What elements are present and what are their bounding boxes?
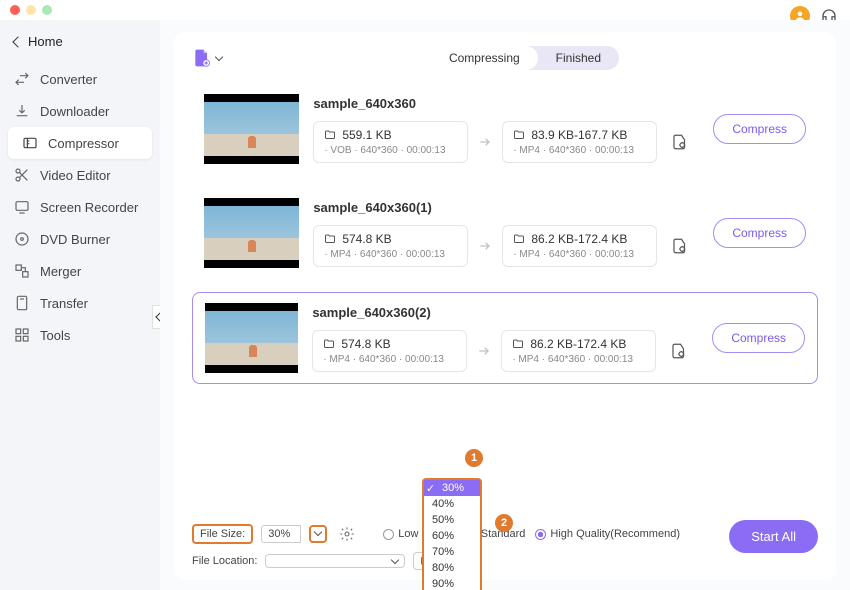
chevron-down-icon [391, 556, 399, 564]
merger-icon [14, 263, 30, 279]
file-location-select[interactable] [265, 554, 405, 568]
transfer-icon [14, 295, 30, 311]
dropdown-option[interactable]: 70% [424, 544, 480, 560]
file-name: sample_640x360(2) [312, 305, 688, 320]
sidebar-item-label: Downloader [40, 104, 109, 119]
folder-icon [512, 338, 524, 350]
sidebar-item-video-editor[interactable]: Video Editor [0, 159, 160, 191]
dvd-icon [14, 231, 30, 247]
quality-high-radio[interactable]: High Quality(Recommend) [535, 528, 680, 540]
folder-icon [323, 338, 335, 350]
file-thumbnail [204, 198, 299, 268]
file-row[interactable]: sample_640x360 559.1 KB · VOB · 640*360 … [192, 84, 818, 174]
sidebar-item-screen-recorder[interactable]: Screen Recorder [0, 191, 160, 223]
sidebar-item-downloader[interactable]: Downloader [0, 95, 160, 127]
sidebar-item-label: Screen Recorder [40, 200, 138, 215]
sidebar-item-compressor[interactable]: Compressor [8, 127, 152, 159]
folder-icon [513, 233, 525, 245]
sidebar-item-label: Compressor [48, 136, 119, 151]
arrow-right-icon [475, 342, 493, 360]
tab-compressing[interactable]: Compressing [431, 46, 538, 70]
folder-icon [513, 129, 525, 141]
source-card: 574.8 KB · MP4 · 640*360 · 00:00:13 [312, 330, 467, 372]
dropdown-option[interactable]: 90% [424, 576, 480, 590]
file-thumbnail [204, 94, 299, 164]
dropdown-option[interactable]: ✓30% [424, 480, 480, 496]
file-size-label: File Size: [192, 524, 253, 544]
annotation-callout-1: 1 [465, 449, 483, 467]
arrow-right-icon [476, 237, 494, 255]
dropdown-option[interactable]: 80% [424, 560, 480, 576]
sidebar-item-merger[interactable]: Merger [0, 255, 160, 287]
dropdown-option[interactable]: 60% [424, 528, 480, 544]
file-size-dropdown-menu: ✓30% 40% 50% 60% 70% 80% 90% [422, 478, 482, 590]
main-panel: Compressing Finished sample_640x360 559.… [174, 32, 836, 580]
sidebar-item-label: Tools [40, 328, 70, 343]
source-card: 574.8 KB · MP4 · 640*360 · 00:00:13 [313, 225, 468, 267]
target-card: 83.9 KB-167.7 KB · MP4 · 640*360 · 00:00… [502, 121, 657, 163]
compress-button[interactable]: Compress [712, 323, 805, 353]
dropdown-option[interactable]: 50% [424, 512, 480, 528]
file-location-label: File Location: [192, 555, 257, 567]
sidebar-item-transfer[interactable]: Transfer [0, 287, 160, 319]
sidebar-item-label: DVD Burner [40, 232, 110, 247]
start-all-button[interactable]: Start All [729, 520, 818, 553]
file-name: sample_640x360(1) [313, 200, 689, 215]
compress-button[interactable]: Compress [713, 114, 806, 144]
chevron-down-icon [215, 53, 223, 61]
arrow-right-icon [476, 133, 494, 151]
sidebar-item-label: Merger [40, 264, 81, 279]
compressor-icon [22, 135, 38, 151]
source-card: 559.1 KB · VOB · 640*360 · 00:00:13 [313, 121, 468, 163]
minimize-window-dot[interactable] [26, 5, 36, 15]
sidebar-item-dvd-burner[interactable]: DVD Burner [0, 223, 160, 255]
file-size-dropdown-toggle[interactable] [309, 525, 327, 543]
sidebar-item-tools[interactable]: Tools [0, 319, 160, 351]
folder-icon [324, 233, 336, 245]
close-window-dot[interactable] [10, 5, 20, 15]
annotation-callout-2: 2 [495, 514, 513, 532]
dropdown-option[interactable]: 40% [424, 496, 480, 512]
tab-finished[interactable]: Finished [538, 46, 619, 70]
sidebar-item-label: Video Editor [40, 168, 111, 183]
target-card: 86.2 KB-172.4 KB · MP4 · 640*360 · 00:00… [502, 225, 657, 267]
file-name: sample_640x360 [313, 96, 689, 111]
converter-icon [14, 71, 30, 87]
sidebar-item-converter[interactable]: Converter [0, 63, 160, 95]
add-file-button[interactable] [192, 48, 222, 68]
sidebar: Home Converter Downloader Compressor Vid… [0, 20, 160, 590]
file-thumbnail [205, 303, 298, 373]
back-home-button[interactable]: Home [0, 26, 160, 57]
sidebar-item-label: Converter [40, 72, 97, 87]
chevron-left-icon [12, 36, 23, 47]
compress-button[interactable]: Compress [713, 218, 806, 248]
maximize-window-dot[interactable] [42, 5, 52, 15]
recorder-icon [14, 199, 30, 215]
downloader-icon [14, 103, 30, 119]
folder-icon [324, 129, 336, 141]
file-settings-icon[interactable] [671, 133, 689, 151]
chevron-down-icon [314, 528, 322, 536]
sidebar-item-label: Transfer [40, 296, 88, 311]
back-label: Home [28, 34, 63, 49]
settings-gear-icon[interactable] [339, 526, 355, 542]
tools-icon [14, 327, 30, 343]
editor-icon [14, 167, 30, 183]
file-size-value[interactable]: 30% [261, 525, 301, 543]
file-settings-icon[interactable] [671, 237, 689, 255]
file-settings-icon[interactable] [670, 342, 688, 360]
target-card: 86.2 KB-172.4 KB · MP4 · 640*360 · 00:00… [501, 330, 656, 372]
file-row[interactable]: sample_640x360(2) 574.8 KB · MP4 · 640*3… [192, 292, 818, 384]
status-tabs: Compressing Finished [431, 46, 619, 70]
file-row[interactable]: sample_640x360(1) 574.8 KB · MP4 · 640*3… [192, 188, 818, 278]
window-titlebar [0, 0, 850, 20]
